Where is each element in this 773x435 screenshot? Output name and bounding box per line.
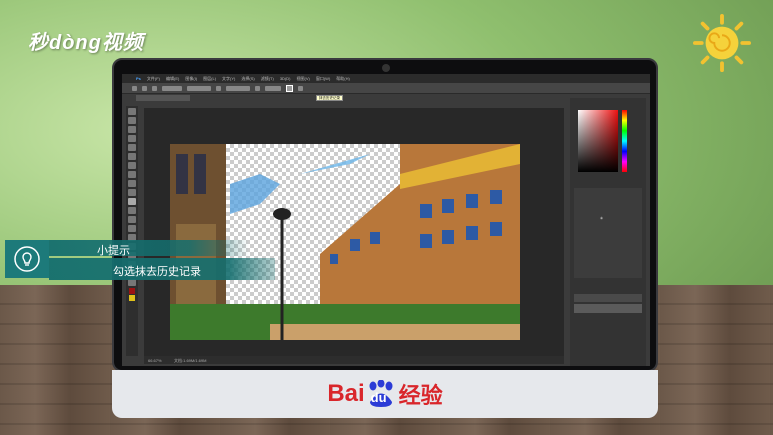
erase-history-checkbox[interactable] (286, 84, 293, 92)
menu-layer[interactable]: 图层(L) (203, 76, 216, 82)
menu-3d[interactable]: 3D(D) (280, 76, 291, 81)
doc-size: 文档:1.69M/1.69M (174, 358, 207, 363)
menu-window[interactable]: 窗口(W) (316, 76, 330, 82)
menu-help[interactable]: 帮助(H) (336, 76, 350, 82)
ps-logo: Ps (136, 76, 141, 81)
status-bar: 66.67% 文档:1.69M/1.69M (144, 356, 564, 364)
menu-file[interactable]: 文件(F) (147, 76, 160, 82)
opacity-field[interactable] (187, 85, 211, 91)
blur-tool-icon[interactable] (128, 216, 136, 223)
pressure-icon[interactable] (216, 85, 221, 91)
tool-preset-icon[interactable] (132, 85, 137, 91)
menu-view[interactable]: 视图(V) (297, 76, 310, 82)
menu-image[interactable]: 图像(I) (185, 76, 197, 82)
cc-libraries-icon: ◉ (600, 216, 604, 220)
document-tab[interactable] (136, 95, 190, 101)
crop-tool-icon[interactable] (128, 144, 136, 151)
erase-history-tooltip: 抹去历史记录 (316, 95, 343, 101)
menu-select[interactable]: 选择(S) (241, 76, 254, 82)
color-picker[interactable] (578, 110, 618, 172)
options-bar (122, 83, 650, 94)
lasso-tool-icon[interactable] (128, 126, 136, 133)
healing-tool-icon[interactable] (128, 162, 136, 169)
history-brush-tool-icon[interactable] (128, 189, 136, 196)
move-tool-icon[interactable] (128, 108, 136, 115)
baidu-du: du (370, 390, 387, 405)
brush-panel-icon[interactable] (152, 85, 157, 91)
marquee-tool-icon[interactable] (128, 117, 136, 124)
stamp-tool-icon[interactable] (128, 180, 136, 187)
brush-tool-icon[interactable] (128, 171, 136, 178)
menu-edit[interactable]: 编辑(E) (166, 76, 179, 82)
baidu-paw-icon: du (366, 379, 396, 408)
brush-size-icon[interactable] (142, 85, 147, 91)
tip-overlay: 小提示 勾选抹去历史记录 (5, 240, 275, 286)
monitor-chin: Bai du 经验 (112, 370, 658, 418)
libraries-panel (574, 188, 642, 278)
right-panels: ◉ (570, 98, 646, 366)
canvas-area[interactable] (144, 108, 564, 356)
video-logo: 秒dòng视频 (28, 32, 144, 54)
mode-dropdown[interactable] (162, 85, 182, 91)
sun-icon (693, 14, 751, 72)
layer-row-selected[interactable] (574, 304, 642, 313)
baidu-jingyan: 经验 (398, 383, 443, 408)
airbrush-icon[interactable] (255, 85, 260, 91)
pressure-size-icon[interactable] (298, 85, 303, 91)
smoothing-field[interactable] (265, 85, 281, 91)
foreground-color-swatch[interactable] (129, 288, 135, 294)
quick-select-tool-icon[interactable] (128, 135, 136, 142)
baidu-jingyan-logo: Bai du 经验 (327, 378, 443, 410)
tools-panel (126, 106, 138, 356)
menu-filter[interactable]: 滤镜(T) (261, 76, 274, 82)
baidu-bai: Bai (327, 380, 365, 407)
webcam (382, 64, 390, 72)
menu-type[interactable]: 文字(Y) (222, 76, 235, 82)
tip-title-bar (49, 240, 249, 256)
monitor: Ps 文件(F) 编辑(E) 图像(I) 图层(L) 文字(Y) 选择(S) 滤… (112, 58, 658, 418)
zoom-level: 66.67% (148, 358, 162, 363)
background-color-swatch[interactable] (129, 295, 135, 301)
eraser-tool-icon[interactable] (128, 198, 136, 205)
eyedropper-tool-icon[interactable] (128, 153, 136, 160)
layer-row[interactable] (574, 294, 642, 302)
tip-title: 小提示 (97, 245, 130, 257)
menu-bar: Ps 文件(F) 编辑(E) 图像(I) 图层(L) 文字(Y) 选择(S) 滤… (122, 74, 650, 83)
photoshop-window: Ps 文件(F) 编辑(E) 图像(I) 图层(L) 文字(Y) 选择(S) 滤… (122, 74, 650, 366)
hue-slider[interactable] (622, 110, 627, 172)
flow-field[interactable] (226, 85, 250, 91)
gradient-tool-icon[interactable] (128, 207, 136, 214)
tip-body: 勾选抹去历史记录 (113, 266, 201, 278)
lightbulb-icon (5, 240, 49, 278)
monitor-bezel: Ps 文件(F) 编辑(E) 图像(I) 图层(L) 文字(Y) 选择(S) 滤… (112, 58, 658, 372)
dodge-tool-icon[interactable] (128, 225, 136, 232)
